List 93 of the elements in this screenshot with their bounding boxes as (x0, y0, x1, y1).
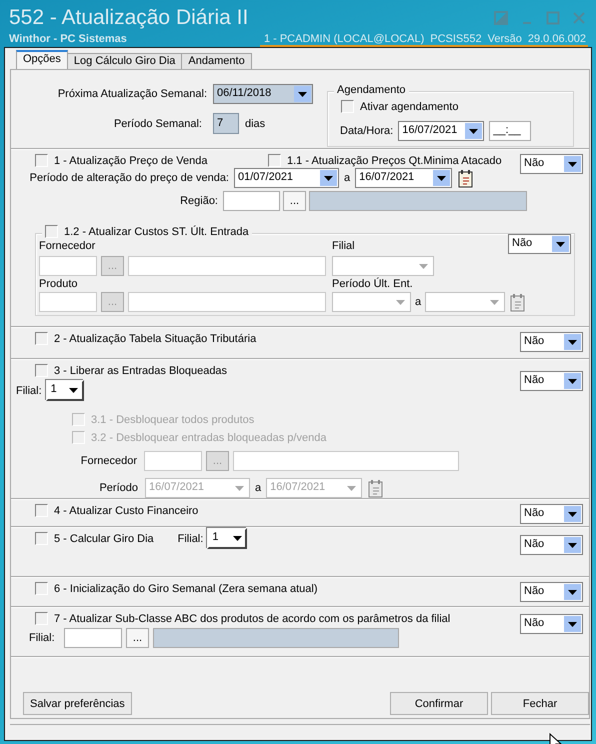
date-picker[interactable]: 16/07/2021 (398, 121, 484, 141)
field-label: Filial: (178, 532, 204, 544)
checkbox-label: Ativar agendamento (360, 100, 458, 112)
date-picker[interactable]: 16/07/2021 (355, 168, 452, 188)
calendar-icon (457, 168, 474, 188)
caret-icon (489, 298, 500, 306)
window-subtitle: Winthor - PC Sistemas (9, 33, 128, 45)
checkbox-label: 1 - Atualização Preço de Venda (54, 154, 208, 166)
program-code: PCSIS552 (430, 33, 482, 45)
checkbox[interactable] (341, 100, 354, 113)
field-label: Período Semanal: (112, 118, 203, 130)
range-separator: a (415, 296, 422, 308)
button[interactable]: Confirmar (390, 692, 488, 715)
mode-dropdown[interactable]: Não (520, 535, 583, 555)
checkbox[interactable] (35, 532, 48, 545)
version-label: Versão (488, 33, 522, 45)
mode-dropdown[interactable]: Não (520, 332, 583, 352)
checkbox-label: 3.2 - Desbloquear entradas bloqueadas p/venda (91, 432, 326, 444)
field-label: Período Últ. Ent. (332, 278, 414, 290)
tab[interactable]: Opções (16, 50, 68, 69)
caret-icon (346, 484, 358, 492)
mode-dropdown[interactable]: Não (520, 154, 583, 174)
unit-label: dias (245, 118, 266, 130)
field-label: Período de alteração do preço de venda: (28, 172, 229, 184)
field-label: Data/Hora: (340, 125, 394, 137)
checkbox-label: 4 - Atualizar Custo Financeiro (54, 504, 198, 516)
date-picker[interactable]: 06/11/2018 (213, 84, 313, 104)
caret-icon (232, 535, 243, 542)
field-label: Região: (179, 195, 219, 207)
checkbox[interactable] (35, 332, 48, 345)
caret-icon (567, 338, 578, 346)
caret-icon (567, 160, 578, 168)
caret-icon (436, 174, 448, 182)
close-icon[interactable] (572, 10, 586, 24)
caret-icon (567, 378, 578, 384)
checkbox-label: 1.2 - Atualizar Custos ST. Últ. Entrada (64, 226, 249, 238)
checkbox-label: 7 - Atualizar Sub-Classe ABC dos produtos de acordo com os parâmetros da filial (54, 612, 450, 624)
caret-icon (567, 510, 578, 518)
mode-dropdown[interactable]: Não (520, 582, 583, 602)
range-separator: a (344, 172, 350, 184)
caret-icon (297, 90, 308, 98)
field-label: Produto (39, 278, 79, 290)
checkbox[interactable] (268, 154, 281, 167)
caret-icon (418, 262, 429, 270)
field-label: Próxima Atualização Semanal: (56, 88, 207, 100)
checkbox-label: 3 - Liberar as Entradas Bloqueadas (54, 364, 228, 376)
checkbox-label: 6 - Inicialização do Giro Semanal (Zera semana atual) (54, 582, 318, 594)
group-title: Agendamento (334, 84, 408, 96)
caret-icon (323, 174, 334, 182)
button[interactable]: Salvar preferências (23, 692, 132, 715)
field-label: Filial (332, 240, 356, 252)
checkbox[interactable] (35, 154, 48, 167)
text-field[interactable] (223, 191, 280, 211)
checkbox[interactable] (35, 504, 48, 517)
session-label: 1 - PCADMIN (LOCAL@LOCAL) (264, 33, 424, 45)
button[interactable]: Fechar (491, 692, 589, 715)
checkbox-label: 2 - Atualização Tabela Situação Tributária (54, 332, 256, 344)
browse-button[interactable]: ... (126, 628, 149, 648)
checkbox-label: 5 - Calcular Giro Dia (54, 532, 154, 544)
checkbox[interactable] (35, 612, 48, 625)
dropdown[interactable]: 1 (207, 528, 248, 549)
field-label: Filial: (16, 384, 42, 396)
mode-dropdown[interactable]: Não (520, 504, 583, 524)
field-label: Fornecedor (39, 240, 96, 252)
caret-icon (555, 240, 566, 248)
window-title: 552 - Atualização Diária II (9, 6, 248, 30)
field-label: Filial: (29, 632, 56, 644)
caret-icon (567, 620, 578, 628)
version-number: 29.0.06.002 (528, 33, 586, 45)
tab[interactable]: Andamento (181, 53, 252, 69)
restore-icon[interactable] (494, 10, 508, 24)
field-label: Período (98, 482, 139, 494)
field-label: Fornecedor (80, 455, 138, 467)
caret-icon (468, 128, 480, 134)
caret-icon (68, 387, 80, 394)
calendar-icon (367, 478, 384, 498)
browse-button[interactable]: ... (283, 191, 306, 211)
text-field[interactable]: 7 (213, 113, 239, 134)
mode-dropdown[interactable]: Não (520, 614, 583, 634)
caret-icon (567, 588, 578, 596)
tab[interactable]: Log Cálculo Giro Dia (66, 53, 182, 69)
text-field[interactable]: __:__ (489, 121, 532, 141)
checkbox[interactable] (35, 582, 48, 595)
text-field[interactable] (64, 628, 122, 648)
caret-icon (395, 298, 406, 306)
range-separator: a (255, 482, 262, 494)
checkbox-label: 1.1 - Atualização Preços Qt.Minima Atacado (287, 154, 502, 166)
caret-icon (567, 542, 578, 548)
caret-icon (234, 484, 245, 492)
maximize-icon[interactable] (546, 10, 560, 24)
checkbox-label: 3.1 - Desbloquear todos produtos (91, 414, 254, 426)
calendar-icon (509, 292, 526, 312)
date-picker[interactable]: 01/07/2021 (234, 168, 339, 188)
